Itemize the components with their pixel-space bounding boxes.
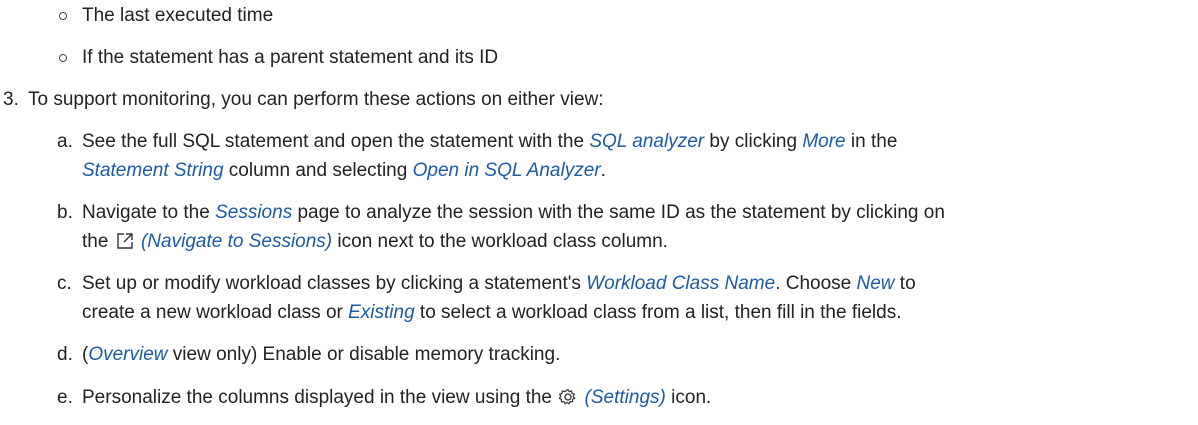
- item-a-line1: See the full SQL statement and open the …: [82, 130, 897, 154]
- open-in-sql-analyzer-term: Open in SQL Analyzer: [412, 160, 601, 181]
- text: page to analyze the session with the sam…: [292, 202, 945, 223]
- text: icon next to the workload class column.: [332, 231, 668, 252]
- item-letter: c.: [57, 273, 72, 294]
- existing-term: Existing: [348, 302, 415, 323]
- bullet-item: If the statement has a parent statement …: [82, 47, 499, 68]
- navigate-external-icon: [116, 232, 134, 257]
- text: Personalize the columns displayed in the…: [82, 387, 558, 408]
- item-a-line2: Statement String column and selecting Op…: [82, 159, 606, 183]
- settings-term: (Settings): [579, 387, 666, 408]
- item-letter: a.: [57, 131, 73, 152]
- step-number: 3.: [3, 89, 19, 110]
- text: by clicking: [704, 131, 803, 152]
- text: .: [600, 160, 606, 181]
- sessions-term: Sessions: [215, 202, 293, 223]
- text: Navigate to the: [82, 202, 216, 223]
- item-letter: e.: [57, 387, 73, 408]
- item-letter: d.: [57, 344, 73, 365]
- text: column and selecting: [223, 160, 413, 181]
- item-e-line1: Personalize the columns displayed in the…: [82, 386, 711, 413]
- text: to select a workload class from a list, …: [414, 302, 902, 323]
- statement-string-term: Statement String: [82, 160, 224, 181]
- item-c-line1: Set up or modify workload classes by cli…: [82, 272, 916, 296]
- text: Set up or modify workload classes by cli…: [82, 273, 587, 294]
- item-c-line2: create a new workload class or Existing …: [82, 301, 901, 325]
- bullet-marker: [59, 54, 67, 62]
- text: See the full SQL statement and open the …: [82, 131, 590, 152]
- gear-icon: [558, 388, 577, 413]
- text: in the: [845, 131, 898, 152]
- text: icon.: [665, 387, 712, 408]
- item-letter: b.: [57, 202, 73, 223]
- new-term: New: [856, 273, 895, 294]
- bullet-item: The last executed time: [82, 5, 274, 26]
- text: to: [894, 273, 916, 294]
- text: create a new workload class or: [82, 302, 349, 323]
- sql-analyzer-term: SQL analyzer: [589, 131, 705, 152]
- text: the: [82, 231, 114, 252]
- more-term: More: [802, 131, 846, 152]
- text: view only) Enable or disable memory trac…: [167, 344, 561, 365]
- item-b-line1: Navigate to the Sessions page to analyze…: [82, 201, 945, 225]
- step-text: To support monitoring, you can perform t…: [28, 89, 604, 110]
- bullet-marker: [59, 12, 67, 20]
- item-d-line1: (Overview view only) Enable or disable m…: [82, 343, 560, 367]
- workload-class-name-term: Workload Class Name: [586, 273, 776, 294]
- overview-term: Overview: [88, 344, 168, 365]
- item-b-line2: the (Navigate to Sessions) icon next to …: [82, 230, 668, 257]
- text: . Choose: [775, 273, 857, 294]
- navigate-to-sessions-term: (Navigate to Sessions): [135, 231, 333, 252]
